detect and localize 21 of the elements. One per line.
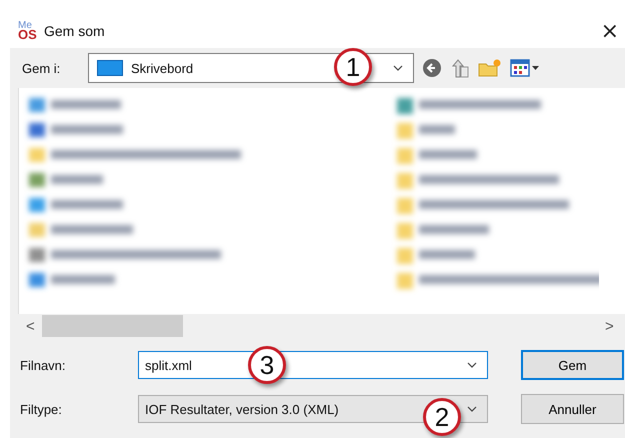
file-name-label: Filnavn:	[19, 358, 67, 372]
save-button[interactable]: Gem	[521, 350, 624, 380]
cancel-button[interactable]: Annuller	[521, 394, 624, 424]
chevron-down-icon	[467, 362, 477, 368]
scrollbar-thumb[interactable]	[42, 315, 183, 337]
file-type-label: Filtype:	[19, 402, 63, 416]
back-icon[interactable]	[422, 58, 442, 78]
chevron-down-icon	[467, 406, 477, 412]
view-menu-icon[interactable]	[510, 58, 540, 78]
scroll-right-arrow[interactable]: >	[605, 318, 621, 334]
window-title: Gem som	[44, 23, 106, 39]
desktop-icon	[97, 60, 123, 76]
up-folder-icon[interactable]	[450, 57, 470, 79]
close-button[interactable]: ×	[594, 18, 625, 44]
callout-number: 1	[334, 48, 372, 86]
app-logo: Me OS	[18, 22, 38, 40]
callout-number: 3	[248, 346, 286, 384]
scroll-left-arrow[interactable]: <	[26, 318, 42, 334]
save-in-label: Gem i:	[22, 60, 62, 76]
new-folder-icon[interactable]	[478, 58, 502, 78]
chevron-down-icon	[393, 65, 403, 71]
